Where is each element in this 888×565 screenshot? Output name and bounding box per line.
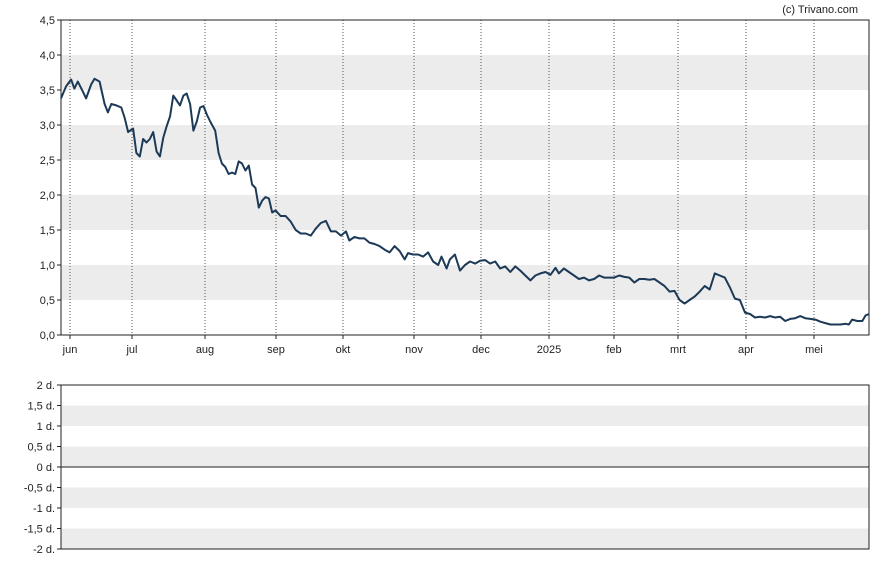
x-tick-label: apr <box>738 344 754 356</box>
y-tick-label: 4,0 <box>40 50 55 62</box>
lower-y-tick-label: 1,5 d. <box>27 401 55 413</box>
lower-indicator-chart: 2 d. 1,5 d. 1 d. 0,5 d. 0 d. -0,5 d. -1 d. -1,5… <box>24 380 870 556</box>
price-chart-bands <box>61 55 869 300</box>
lower-y-tick-label: -1 d. <box>33 503 55 515</box>
x-tick-label: okt <box>336 344 351 356</box>
chart-svg: (c) Trivano.com 0,0 0,5 1,0 1,5 2,0 2,5 3,0 3,5… <box>24 4 870 556</box>
y-tick-label: 3,5 <box>40 85 55 97</box>
x-tick-label: mei <box>805 344 823 356</box>
price-band <box>61 265 869 300</box>
lower-chart-y-ticks: 2 d. 1,5 d. 1 d. 0,5 d. 0 d. -0,5 d. -1 d. -1,5… <box>24 380 61 556</box>
price-band <box>61 125 869 160</box>
lower-y-tick-label: 1 d. <box>37 421 55 433</box>
y-tick-label: 2,5 <box>40 155 55 167</box>
y-tick-label: 1,0 <box>40 260 55 272</box>
credit-text: (c) Trivano.com <box>782 4 858 16</box>
lower-y-tick-label: -1,5 d. <box>24 524 55 536</box>
lower-band <box>61 405 869 426</box>
x-tick-label: aug <box>196 344 214 356</box>
y-tick-label: 1,5 <box>40 225 55 237</box>
lower-band <box>61 487 869 508</box>
price-chart-y-ticks: 0,0 0,5 1,0 1,5 2,0 2,5 3,0 3,5 4,0 4,5 <box>40 15 61 342</box>
x-tick-label: jul <box>125 344 137 356</box>
price-chart-x-ticks: jun jul aug sep okt nov dec 2025 feb mrt apr mei <box>62 335 823 356</box>
lower-chart-bands <box>61 405 869 549</box>
y-tick-label: 0,5 <box>40 295 55 307</box>
price-band <box>61 195 869 230</box>
price-band <box>61 55 869 90</box>
y-tick-label: 4,5 <box>40 15 55 27</box>
price-chart: 0,0 0,5 1,0 1,5 2,0 2,5 3,0 3,5 4,0 4,5 jun jul aug… <box>40 15 870 356</box>
lower-band <box>61 446 869 467</box>
lower-y-tick-label: -0,5 d. <box>24 483 55 495</box>
lower-y-tick-label: 0 d. <box>37 462 55 474</box>
x-tick-label: feb <box>606 344 621 356</box>
x-tick-label: dec <box>472 344 490 356</box>
lower-y-tick-label: -2 d. <box>33 544 55 556</box>
y-tick-label: 2,0 <box>40 190 55 202</box>
y-tick-label: 3,0 <box>40 120 55 132</box>
y-tick-label: 0,0 <box>40 330 55 342</box>
x-tick-label: sep <box>267 344 285 356</box>
x-tick-label: nov <box>405 344 423 356</box>
x-tick-label: mrt <box>670 344 686 356</box>
lower-y-tick-label: 0,5 d. <box>27 442 55 454</box>
lower-y-tick-label: 2 d. <box>37 380 55 392</box>
x-tick-label: jun <box>62 344 78 356</box>
x-tick-label: 2025 <box>537 344 561 356</box>
lower-band <box>61 528 869 549</box>
